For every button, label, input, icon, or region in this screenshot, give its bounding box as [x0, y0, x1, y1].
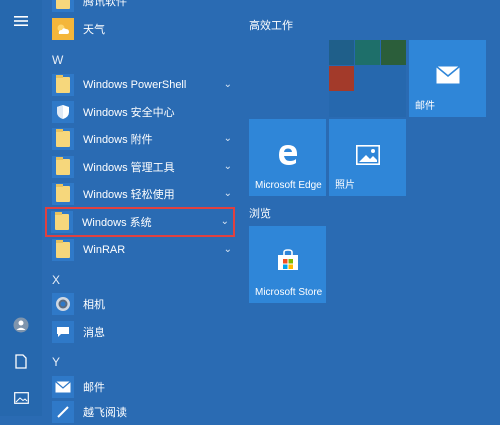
shield-icon: [52, 101, 74, 123]
photos-icon: [329, 145, 406, 165]
mini-tile: [381, 40, 406, 65]
tile-label: Microsoft Edge: [255, 180, 322, 191]
list-item-messages[interactable]: 消息: [48, 319, 236, 345]
list-item-label: 相机: [83, 299, 105, 311]
tile-label: 邮件: [415, 101, 435, 112]
store-icon: [249, 248, 326, 272]
list-item-weather[interactable]: 天气: [48, 16, 236, 42]
list-item-label: 邮件: [83, 382, 105, 394]
list-item-windows-system[interactable]: Windows 系统 ⌄: [45, 207, 235, 237]
app-list: 腾讯软件 天气 W Windows PowerShell ⌄ Windows 安…: [42, 0, 238, 423]
list-item-label: 腾讯软件: [83, 0, 127, 8]
list-item-security-center[interactable]: Windows 安全中心: [48, 99, 236, 125]
list-item-label: 越飞阅读: [83, 407, 127, 419]
list-item-mail[interactable]: 邮件: [48, 374, 236, 400]
chevron-down-icon: ⌄: [223, 244, 232, 255]
mini-tile: [329, 66, 354, 91]
list-item-label: Windows 系统: [82, 217, 152, 229]
tile-label: 照片: [335, 180, 355, 191]
list-item-label: 消息: [83, 327, 105, 339]
folder-icon: [52, 128, 74, 150]
list-item-label: Windows 轻松使用: [83, 189, 175, 201]
list-item-accessories[interactable]: Windows 附件 ⌄: [48, 126, 236, 152]
hamburger-menu-icon[interactable]: [12, 12, 30, 30]
edge-tile[interactable]: Microsoft Edge: [249, 119, 326, 196]
list-item-label: WinRAR: [83, 244, 126, 256]
tile-label: Microsoft Store: [255, 287, 323, 298]
chevron-down-icon: ⌄: [223, 161, 232, 172]
photos-tile[interactable]: 照片: [329, 119, 406, 196]
store-tile[interactable]: Microsoft Store: [249, 226, 326, 303]
folder-icon: [52, 183, 74, 205]
list-item-label: Windows 附件: [83, 134, 153, 146]
folder-icon: [52, 156, 74, 178]
document-icon[interactable]: [12, 352, 30, 370]
mail-icon: [52, 376, 74, 398]
list-item-camera[interactable]: 相机: [48, 291, 236, 317]
chevron-down-icon: ⌄: [220, 216, 229, 227]
weather-icon: [52, 18, 74, 40]
user-avatar-icon[interactable]: [12, 316, 30, 334]
pictures-icon[interactable]: [12, 389, 30, 407]
list-item-admin-tools[interactable]: Windows 管理工具 ⌄: [48, 154, 236, 180]
live-folder-tile[interactable]: [329, 40, 406, 117]
message-icon: [52, 321, 74, 343]
group-letter-y[interactable]: Y: [52, 355, 60, 369]
list-item-label: Windows 管理工具: [83, 162, 175, 174]
list-item[interactable]: 腾讯软件: [48, 0, 236, 14]
tile-group-title-productivity[interactable]: 高效工作: [249, 17, 293, 33]
list-item-reader[interactable]: 越飞阅读: [48, 399, 236, 425]
list-item-label: Windows 安全中心: [83, 107, 175, 119]
reader-icon: [52, 401, 74, 423]
mini-tile: [329, 40, 354, 65]
folder-icon: [52, 0, 74, 12]
mail-icon: [409, 66, 486, 84]
chevron-down-icon: ⌄: [223, 188, 232, 199]
mail-tile[interactable]: 邮件: [409, 40, 486, 117]
list-item-powershell[interactable]: Windows PowerShell ⌄: [48, 72, 236, 98]
group-letter-x[interactable]: X: [52, 273, 60, 287]
tile-group-title-browse[interactable]: 浏览: [249, 205, 271, 221]
camera-icon: [52, 293, 74, 315]
list-item-winrar[interactable]: WinRAR ⌄: [48, 237, 236, 263]
list-item-label: Windows PowerShell: [83, 79, 187, 91]
edge-icon: [249, 141, 326, 167]
chevron-down-icon: ⌄: [223, 79, 232, 90]
left-rail: [0, 0, 42, 416]
folder-icon: [52, 239, 74, 261]
folder-icon: [52, 74, 74, 96]
chevron-down-icon: ⌄: [223, 133, 232, 144]
list-item-ease-of-access[interactable]: Windows 轻松使用 ⌄: [48, 181, 236, 207]
mini-tile: [355, 40, 380, 65]
folder-icon: [51, 211, 73, 233]
list-item-label: 天气: [83, 24, 105, 36]
group-letter-w[interactable]: W: [52, 53, 63, 67]
